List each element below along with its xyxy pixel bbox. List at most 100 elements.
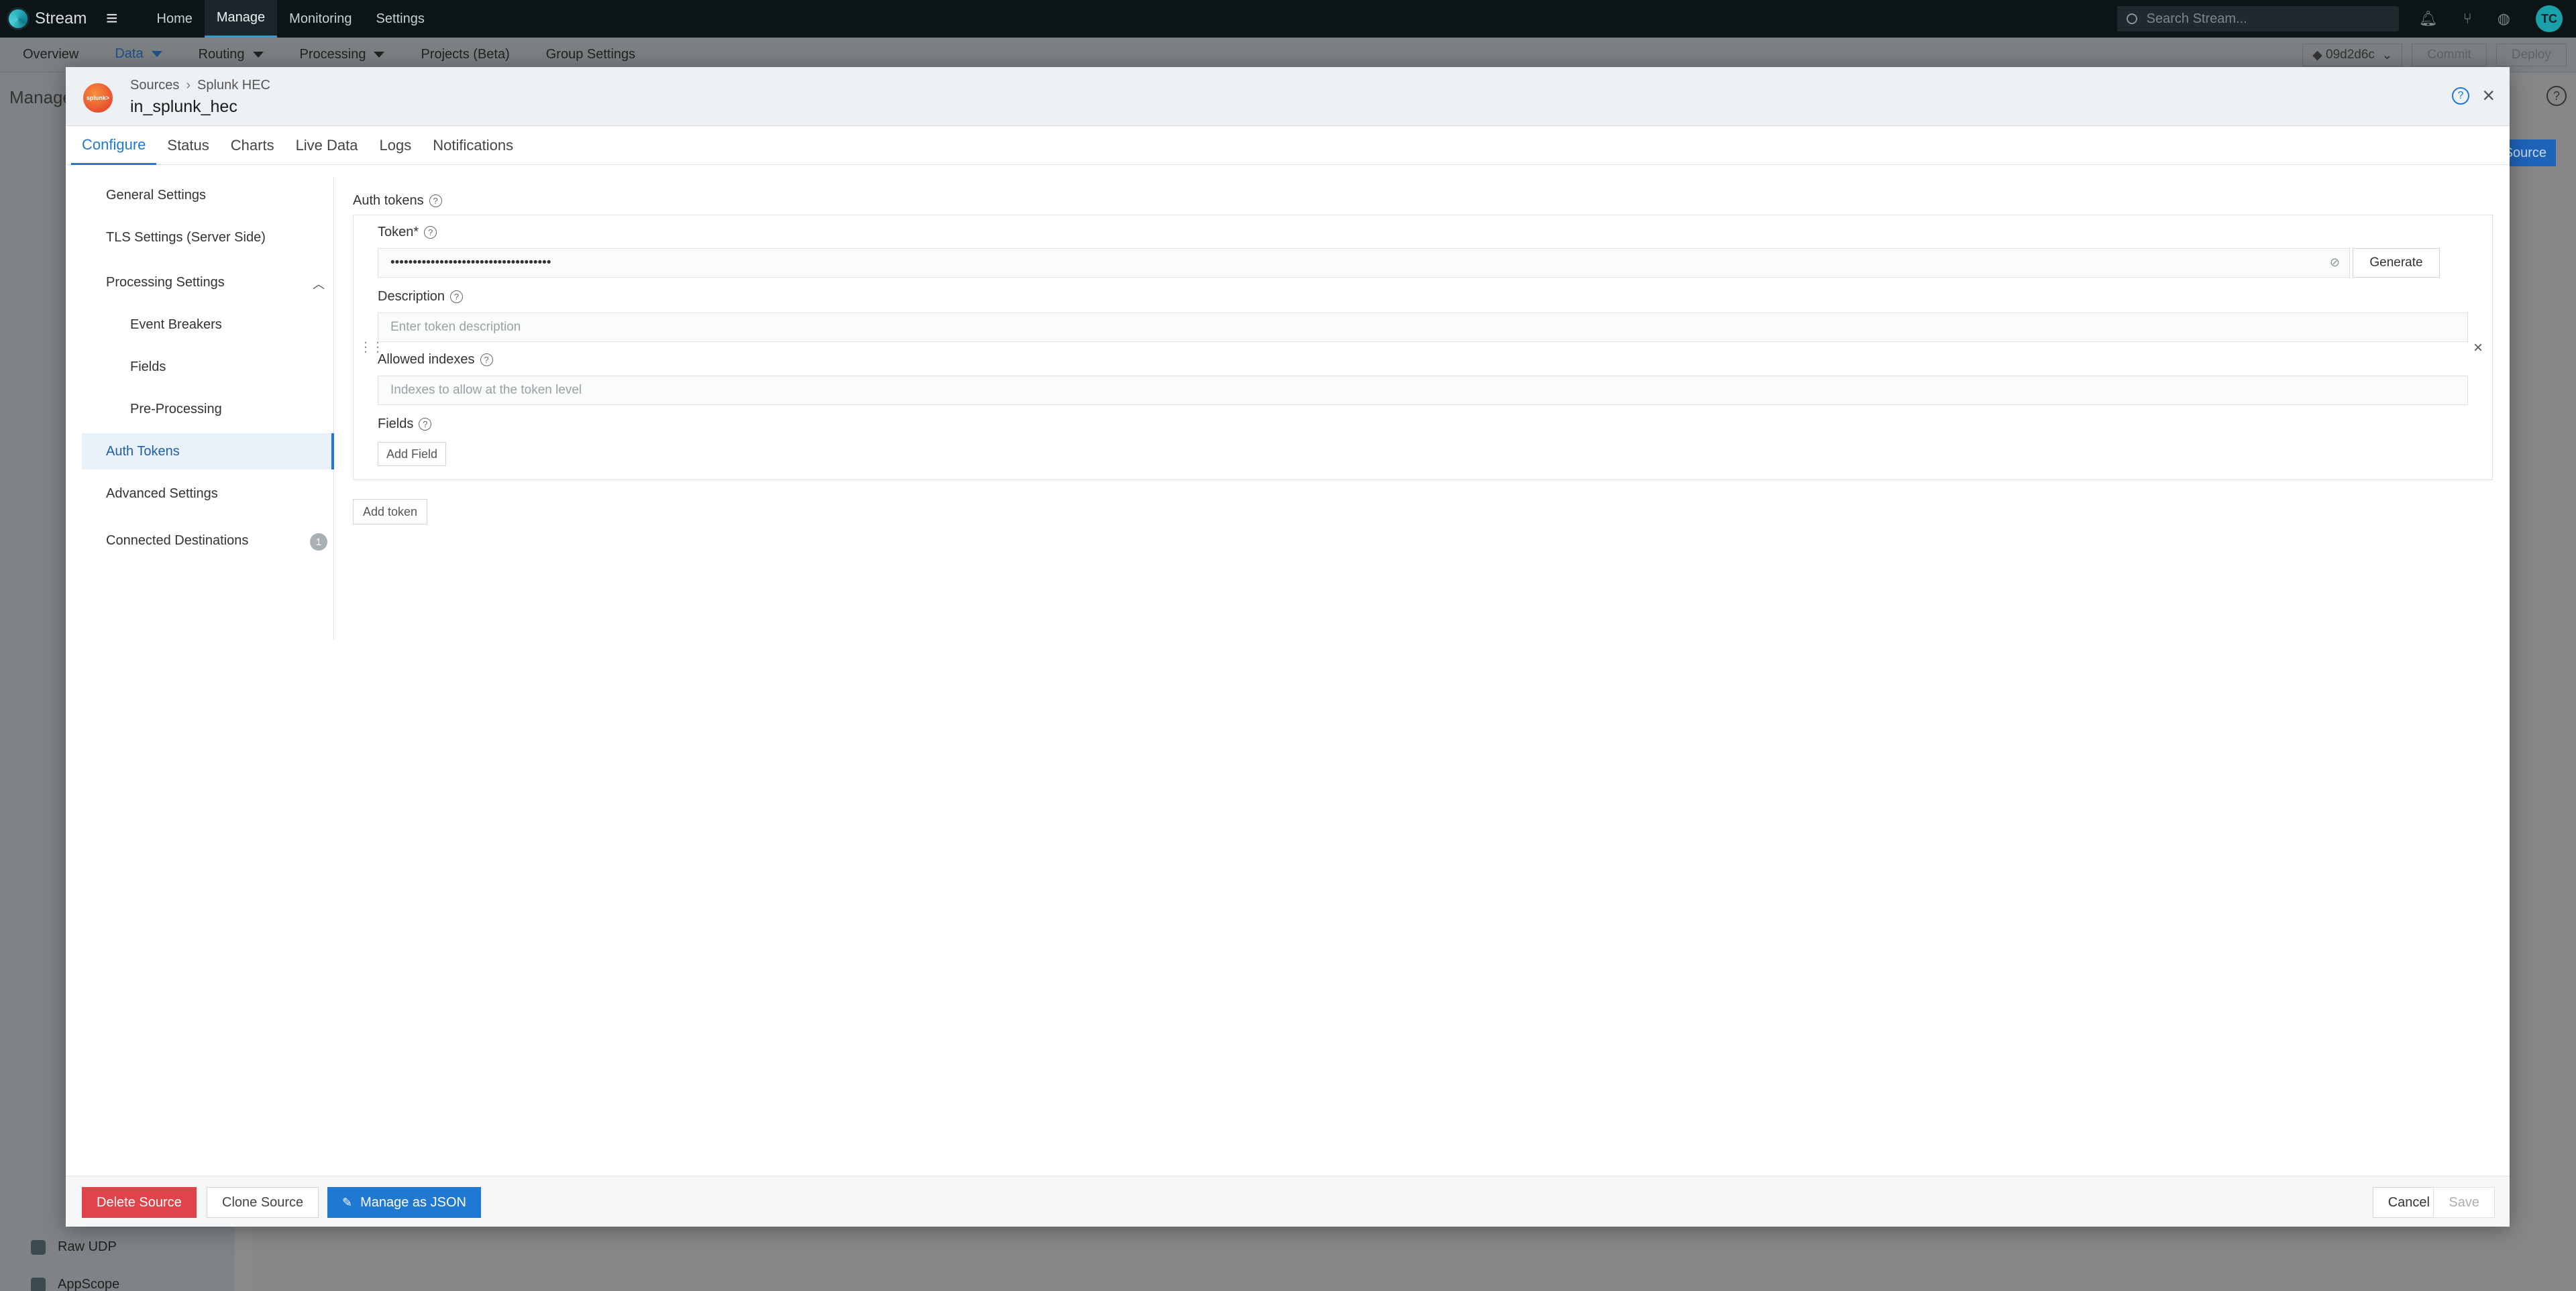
add-token-button[interactable]: Add token: [353, 499, 428, 524]
nav-event-breakers[interactable]: Event Breakers: [82, 306, 334, 343]
clone-source-button[interactable]: Clone Source: [207, 1187, 319, 1218]
breadcrumb-splunk-hec: Splunk HEC: [197, 78, 270, 93]
generate-button[interactable]: Generate: [2353, 248, 2440, 278]
appscope-icon: [31, 1277, 46, 1291]
globe-icon[interactable]: ◍: [2498, 10, 2510, 27]
token-label: Token*: [378, 225, 419, 239]
help-icon[interactable]: ?: [419, 418, 432, 431]
git-branch-icon[interactable]: ⑂: [2463, 10, 2472, 27]
top-bar: Stream ≡ Home Manage Monitoring Settings…: [0, 0, 2576, 38]
add-field-button[interactable]: Add Field: [378, 442, 447, 466]
indexes-label-row: Allowed indexes ?: [378, 352, 493, 368]
token-card: ⋮⋮ × Token* ? ••••••••••••••••••••••••••…: [353, 215, 2493, 480]
avatar[interactable]: TC: [2536, 5, 2563, 32]
description-label: Description: [378, 289, 445, 304]
help-icon[interactable]: ?: [2546, 86, 2567, 106]
subnav-routing-label: Routing: [198, 47, 245, 62]
help-icon[interactable]: ?: [480, 353, 493, 366]
save-button[interactable]: Save: [2433, 1187, 2495, 1218]
manage-as-json-label: Manage as JSON: [360, 1194, 466, 1210]
tab-logs[interactable]: Logs: [369, 126, 423, 165]
source-config-modal: splunk> Sources › Splunk HEC in_splunk_h…: [66, 67, 2510, 1227]
caret-down-icon: [374, 52, 385, 58]
search-input[interactable]: Search Stream...: [2116, 6, 2399, 32]
nav-tls-settings[interactable]: TLS Settings (Server Side): [82, 219, 334, 256]
tab-notifications[interactable]: Notifications: [422, 126, 524, 165]
close-icon[interactable]: ×: [2482, 85, 2495, 106]
allowed-indexes-input[interactable]: Indexes to allow at the token level: [378, 376, 2468, 405]
eye-off-icon[interactable]: ⊘: [2330, 256, 2340, 270]
stream-logo-icon: [7, 7, 30, 30]
nav-settings[interactable]: Settings: [364, 0, 437, 38]
bg-side-item-appscope[interactable]: AppScope: [31, 1277, 119, 1291]
bg-side-label: Raw UDP: [58, 1239, 117, 1254]
indexes-label: Allowed indexes: [378, 352, 475, 367]
brand[interactable]: Stream: [7, 7, 94, 30]
breadcrumb: Sources › Splunk HEC: [130, 78, 270, 93]
nav-general-settings[interactable]: General Settings: [82, 177, 334, 213]
commit-hash: 09d2d6c: [2326, 48, 2375, 62]
subnav-processing-label: Processing: [299, 47, 366, 62]
splunk-logo-icon: splunk>: [83, 83, 113, 113]
nav-auth-tokens[interactable]: Auth Tokens: [82, 433, 334, 469]
help-icon[interactable]: ?: [450, 290, 464, 303]
chevron-up-icon[interactable]: ︿: [313, 275, 325, 292]
manage-heading: Manage: [9, 87, 72, 107]
source-title: in_splunk_hec: [130, 97, 237, 116]
tab-status[interactable]: Status: [156, 126, 219, 165]
auth-tokens-panel: Auth tokens ? ⋮⋮ × Token* ? ••••••••••••…: [353, 190, 2493, 524]
modal-footer: Delete Source Clone Source ✎ Manage as J…: [66, 1176, 2510, 1227]
breadcrumb-sources[interactable]: Sources: [130, 78, 179, 93]
modal-tabs: Configure Status Charts Live Data Logs N…: [66, 126, 2510, 165]
nav-home[interactable]: Home: [145, 0, 205, 38]
nav-manage[interactable]: Manage: [204, 0, 278, 38]
deploy-button[interactable]: Deploy: [2496, 44, 2567, 66]
description-label-row: Description ?: [378, 289, 464, 304]
nav-monitoring[interactable]: Monitoring: [277, 0, 364, 38]
tab-charts[interactable]: Charts: [220, 126, 285, 165]
pencil-icon: ✎: [342, 1195, 353, 1209]
fields-label-row: Fields ?: [378, 416, 432, 432]
raw-udp-icon: [31, 1239, 46, 1255]
config-nav: General Settings TLS Settings (Server Si…: [82, 177, 334, 640]
nav-fields[interactable]: Fields: [82, 349, 334, 385]
commit-button[interactable]: Commit: [2412, 44, 2487, 66]
description-input[interactable]: Enter token description: [378, 313, 2468, 342]
auth-tokens-heading: Auth tokens ?: [353, 190, 2493, 211]
auth-tokens-label: Auth tokens: [353, 192, 424, 208]
fields-label: Fields: [378, 416, 414, 431]
count-badge: 1: [310, 533, 327, 551]
subnav-data-label: Data: [115, 46, 144, 61]
brand-name: Stream: [35, 9, 87, 27]
token-input[interactable]: •••••••••••••••••••••••••••••••••••• ⊘: [378, 248, 2350, 278]
token-label-row: Token* ?: [378, 225, 437, 240]
nav-connected-label: Connected Destinations: [106, 532, 249, 548]
token-value: ••••••••••••••••••••••••••••••••••••: [390, 256, 551, 270]
top-right-tools: Search Stream... 🔔︎ ⑂ ◍ TC: [2116, 0, 2576, 38]
bg-side-item-raw-udp[interactable]: Raw UDP: [31, 1239, 117, 1255]
remove-token-icon[interactable]: ×: [2473, 339, 2483, 357]
help-icon[interactable]: ?: [429, 194, 442, 207]
search-icon: [2126, 13, 2137, 24]
nav-processing-label: Processing Settings: [106, 274, 225, 290]
help-icon[interactable]: ?: [424, 226, 437, 239]
caret-down-icon: [151, 51, 162, 57]
top-nav: Home Manage Monitoring Settings: [145, 0, 437, 38]
commit-hash-select[interactable]: ◆ 09d2d6c ⌄: [2302, 44, 2403, 66]
manage-as-json-button[interactable]: ✎ Manage as JSON: [327, 1187, 481, 1218]
caret-down-icon: [252, 52, 264, 58]
tab-live-data[interactable]: Live Data: [285, 126, 369, 165]
nav-advanced-settings[interactable]: Advanced Settings: [82, 475, 334, 512]
delete-source-button[interactable]: Delete Source: [82, 1187, 197, 1218]
search-placeholder: Search Stream...: [2146, 11, 2247, 26]
modal-header: splunk> Sources › Splunk HEC in_splunk_h…: [66, 67, 2510, 126]
nav-pre-processing[interactable]: Pre-Processing: [82, 391, 334, 427]
bell-icon[interactable]: 🔔︎: [2419, 10, 2438, 27]
chevron-right-icon: ›: [186, 78, 191, 93]
nav-connected-destinations[interactable]: Connected Destinations 1: [82, 522, 334, 559]
menu-icon[interactable]: ≡: [106, 9, 118, 29]
bg-side-label: AppScope: [58, 1277, 120, 1291]
help-icon[interactable]: ?: [2452, 87, 2469, 105]
tab-configure[interactable]: Configure: [71, 126, 157, 165]
nav-processing-settings[interactable]: Processing Settings ︿: [82, 264, 334, 300]
